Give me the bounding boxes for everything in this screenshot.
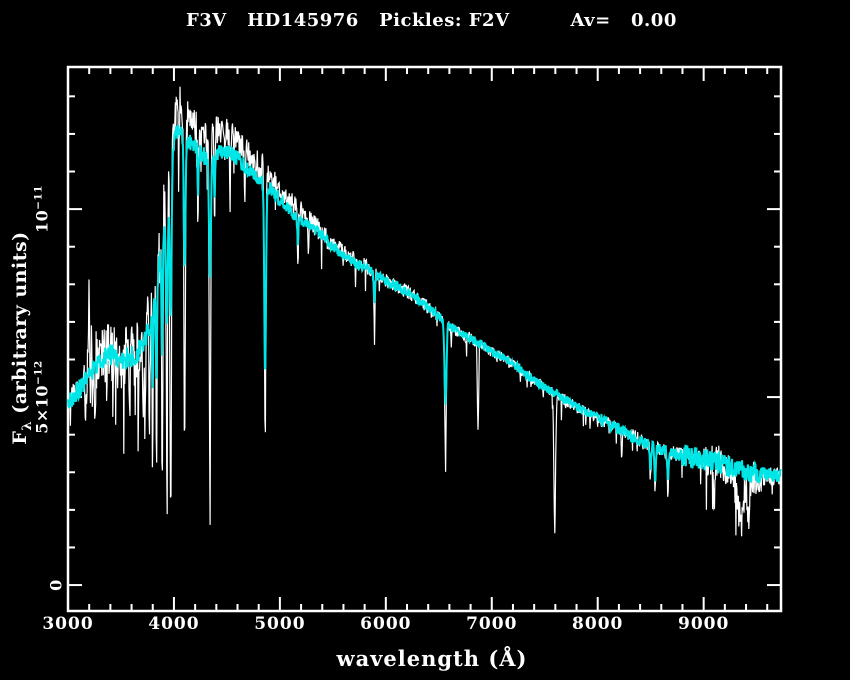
x-tick-label: 5000 xyxy=(254,614,306,634)
y-axis-title-units: (arbitrary units) xyxy=(9,231,32,421)
y-tick-label: 10−11 xyxy=(32,185,52,234)
x-tick-label: 8000 xyxy=(572,614,624,634)
plot-frame xyxy=(66,65,783,613)
y-tick-label: 0 xyxy=(46,579,66,591)
y-tick-label: 5×10−12 xyxy=(32,360,52,434)
template-spectrum-line xyxy=(67,124,782,484)
observed-spectrum-line xyxy=(67,86,782,537)
x-tick-label: 9000 xyxy=(677,614,730,634)
y-axis-title: Fλ (arbitrary units) xyxy=(9,231,35,444)
x-tick-label: 7000 xyxy=(466,614,518,634)
spectrum-plot xyxy=(66,65,783,613)
y-axis-title-subscript: λ xyxy=(19,420,35,431)
x-tick-label: 3000 xyxy=(42,614,94,634)
x-tick-label: 4000 xyxy=(148,614,200,634)
y-axis-title-symbol: F xyxy=(9,430,32,445)
x-tick-label: 6000 xyxy=(360,614,412,634)
x-axis-title: wavelength (Å) xyxy=(336,646,528,671)
screenshot-root: { "window": { "background": "#000000", "… xyxy=(0,0,850,680)
